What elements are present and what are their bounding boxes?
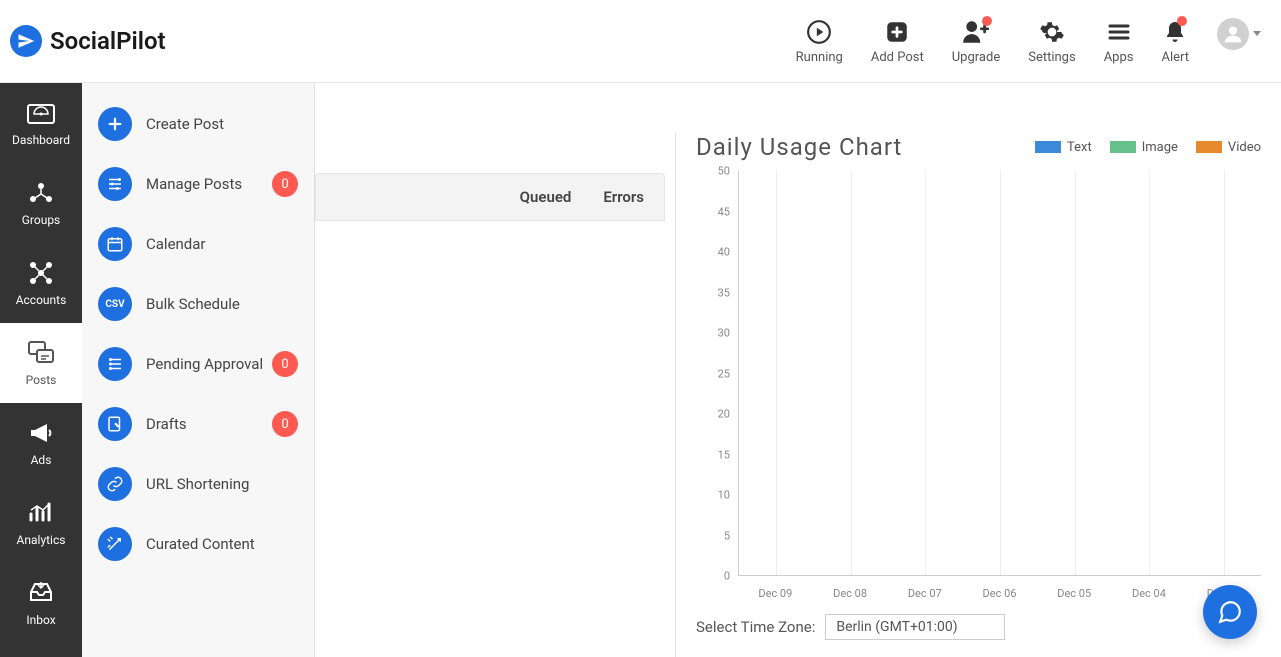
y-tick: 40 (718, 246, 730, 259)
sidebar-item-posts[interactable]: Posts (0, 323, 82, 403)
chart-title: Daily Usage Chart (696, 133, 902, 161)
legend-image: Image (1110, 140, 1178, 155)
submenu-calendar[interactable]: Calendar (92, 223, 304, 265)
add-post-button[interactable]: Add Post (871, 18, 924, 65)
x-tick: Dec 08 (833, 587, 867, 600)
chart-area: 05101520253035404550 Dec 09Dec 08Dec 07D… (706, 171, 1261, 606)
y-tick: 10 (718, 489, 730, 502)
sidebar-item-analytics[interactable]: Analytics (0, 483, 82, 563)
x-tick: Dec 09 (758, 587, 792, 600)
analytics-icon (27, 499, 55, 527)
chart-panel: Daily Usage Chart Text Image Video 0 5 10 1… (675, 133, 1261, 657)
calendar-icon (98, 227, 132, 261)
submenu-create-post[interactable]: Create Post (92, 103, 304, 145)
tab-queued[interactable]: Queued (520, 188, 572, 206)
menu-icon (1107, 18, 1131, 46)
legend-video: Video (1196, 140, 1261, 155)
dashboard-icon (26, 99, 56, 127)
x-tick: Dec 07 (908, 587, 942, 600)
timezone-select[interactable]: Berlin (GMT+01:00) (825, 614, 1005, 640)
timezone-label: Select Time Zone: (696, 618, 815, 636)
notification-dot-icon (1177, 16, 1187, 26)
y-tick: 0 (724, 570, 730, 583)
submenu-drafts[interactable]: Drafts 0 (92, 403, 304, 445)
submenu-pending-approval[interactable]: Pending Approval 0 (92, 343, 304, 385)
paper-plane-icon (10, 25, 42, 57)
x-tick: Dec 05 (1057, 587, 1091, 600)
manage-icon (98, 167, 132, 201)
y-tick: 35 (718, 286, 730, 299)
y-tick: 25 (718, 367, 730, 380)
timezone-row: Select Time Zone: Berlin (GMT+01:00) (696, 614, 1261, 640)
user-menu[interactable] (1217, 18, 1261, 50)
legend-text: Text (1035, 140, 1092, 155)
play-circle-icon (806, 18, 832, 46)
header-actions: Running Add Post Upgrade Settings Apps A… (796, 18, 1261, 65)
settings-button[interactable]: Settings (1028, 18, 1075, 65)
approval-icon (98, 347, 132, 381)
posts-icon (26, 339, 56, 367)
y-tick: 30 (718, 327, 730, 340)
y-tick: 50 (718, 165, 730, 178)
accounts-icon (27, 259, 55, 287)
y-tick: 45 (718, 205, 730, 218)
submenu-url-shortening[interactable]: URL Shortening (92, 463, 304, 505)
wand-icon (98, 527, 132, 561)
megaphone-icon (27, 419, 55, 447)
tab-header: Queued Errors (315, 173, 665, 221)
main-content: Queued Errors Daily Usage Chart Text Ima… (315, 83, 1281, 657)
gear-icon (1039, 18, 1065, 46)
posts-panel: Queued Errors (315, 93, 665, 657)
sidebar-item-dashboard[interactable]: Dashboard (0, 83, 82, 163)
drafts-icon (98, 407, 132, 441)
badge: 0 (272, 351, 298, 377)
sidebar-item-inbox[interactable]: Inbox (0, 563, 82, 643)
running-button[interactable]: Running (796, 18, 843, 65)
sidebar-item-ads[interactable]: Ads (0, 403, 82, 483)
link-icon (98, 467, 132, 501)
top-header: SocialPilot Running Add Post Upgrade Set… (0, 0, 1281, 83)
caret-down-icon (1253, 31, 1261, 36)
avatar-icon (1217, 18, 1249, 50)
alert-button[interactable]: Alert (1161, 18, 1189, 65)
badge: 0 (272, 171, 298, 197)
apps-button[interactable]: Apps (1104, 18, 1134, 65)
brand-name: SocialPilot (50, 27, 166, 55)
upgrade-button[interactable]: Upgrade (952, 18, 1000, 65)
x-tick: Dec 04 (1132, 587, 1166, 600)
main-sidebar: Dashboard Groups Accounts Posts Ads Anal… (0, 83, 82, 657)
inbox-icon (27, 579, 55, 607)
y-tick: 15 (718, 448, 730, 461)
chart-legend: Text Image Video (1035, 140, 1261, 155)
y-tick: 5 (724, 529, 730, 542)
csv-icon: CSV (98, 287, 132, 321)
brand-logo[interactable]: SocialPilot (10, 25, 166, 57)
sidebar-item-accounts[interactable]: Accounts (0, 243, 82, 323)
groups-icon (27, 179, 55, 207)
submenu-manage-posts[interactable]: Manage Posts 0 (92, 163, 304, 205)
posts-submenu: Create Post Manage Posts 0 Calendar CSV … (82, 83, 315, 657)
plus-square-icon (884, 18, 910, 46)
submenu-curated-content[interactable]: Curated Content (92, 523, 304, 565)
plus-icon (98, 107, 132, 141)
submenu-bulk-schedule[interactable]: CSV Bulk Schedule (92, 283, 304, 325)
tab-errors[interactable]: Errors (603, 188, 644, 206)
notification-dot-icon (982, 16, 992, 26)
x-tick: Dec 06 (983, 587, 1017, 600)
y-tick: 20 (718, 408, 730, 421)
badge: 0 (272, 411, 298, 437)
chat-icon (1217, 599, 1243, 625)
sidebar-item-groups[interactable]: Groups (0, 163, 82, 243)
help-button[interactable] (1203, 585, 1257, 639)
